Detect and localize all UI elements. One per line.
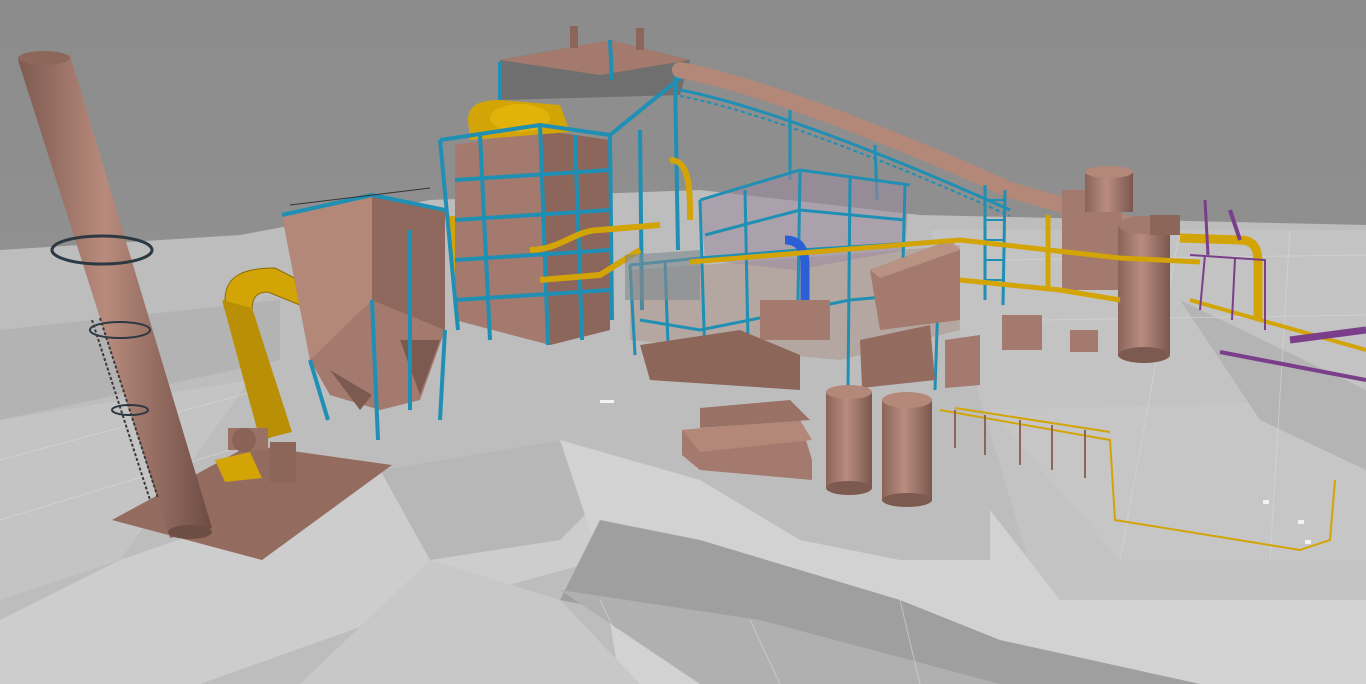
3d-viewport[interactable]: [0, 0, 1366, 684]
foundation-blocks: [682, 400, 812, 480]
plant-scene[interactable]: [0, 0, 1366, 684]
